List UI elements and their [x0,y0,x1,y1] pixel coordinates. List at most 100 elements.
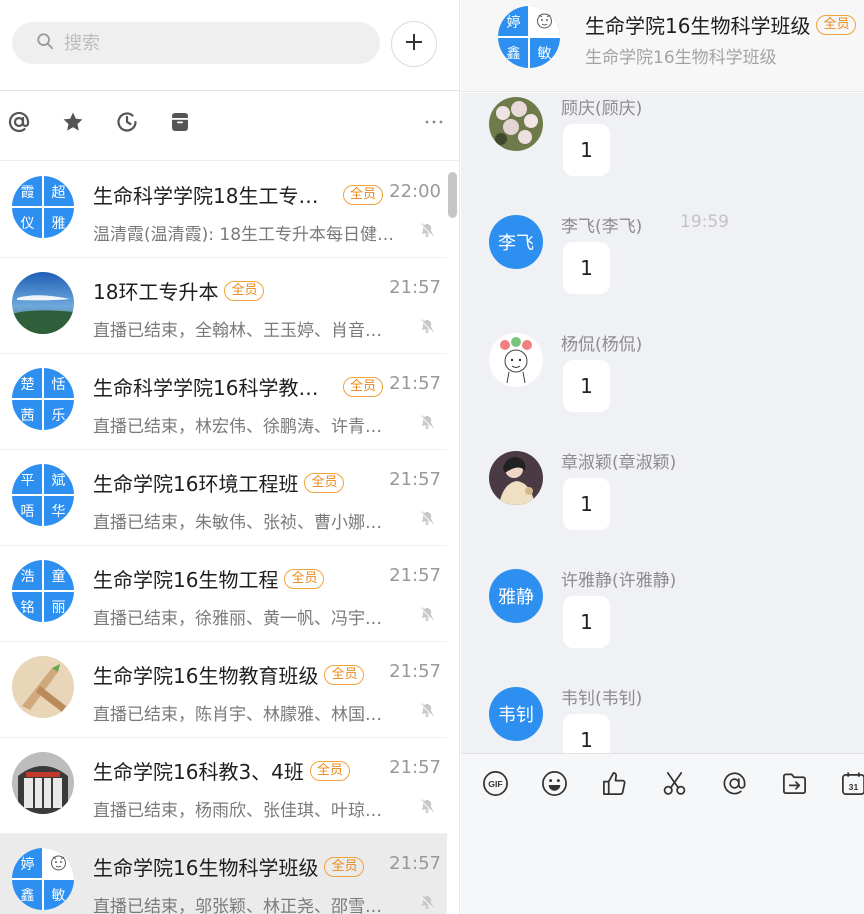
avatar-char: 楚 [20,376,35,393]
doodle-icon [43,848,74,879]
message-bubble[interactable]: 1 [563,124,610,176]
message-text: 1 [580,492,593,516]
conversation-pane: 霞超仪雅生命科学学院18生工专升本每日健康打卡群全员22:00温清霞(温清霞):… [0,0,460,914]
all-members-badge: 全员 [342,376,383,397]
clock-icon[interactable] [114,109,140,135]
scrollbar[interactable] [448,172,457,218]
conversation-preview: 直播已结束，徐雅丽、黄一帆、冯宇、赵六 [93,609,398,629]
conversation-item[interactable]: 浩童铭丽生命学院16生物工程 全员 21:57 直播已结束，徐雅丽、黄一帆、冯宇、赵六 [0,546,447,642]
conversation-avatar: 平斌唔华 [12,464,74,526]
conversation-item[interactable]: 18环工专升本 全员 21:57 直播已结束，全翰林、王玉婷、肖音、李明 [0,258,447,354]
conversation-title: 生命学院16环境工程班 全员 [93,468,345,497]
mute-bell-icon[interactable] [419,702,435,718]
message-bubble[interactable]: 1 [563,478,610,530]
message-bubble[interactable]: 1 [563,596,610,648]
message-item: 李飞 李飞(李飞) 19:59 1 [461,212,864,322]
sender-avatar[interactable] [489,97,543,151]
conversation-preview: 直播已结束，杨雨欣、张佳琪、叶琼、周八 [93,801,398,821]
gif-icon[interactable]: GIF [481,768,509,798]
at-icon[interactable] [720,768,748,798]
search-row [0,0,460,90]
conversation-item[interactable]: 婷鑫敏生命学院16生物科学班级 全员 21:57 直播已结束，邬张颖、林正尧、邵雪、吴… [0,834,447,914]
message-item: 杨侃(杨侃) 1 [461,330,864,440]
message-bubble[interactable]: 1 [563,714,610,753]
input-toolbar: GIF 31 [461,753,864,914]
conversation-avatar: 楚恬茜乐 [12,368,74,430]
at-icon[interactable] [6,109,32,135]
conversation-title: 18环工专升本 全员 [93,276,265,305]
mute-bell-icon[interactable] [419,894,435,910]
search-input[interactable] [64,32,344,54]
conversation-item[interactable]: 楚恬茜乐生命科学学院16科学教育班级群全员21:57直播已结束，林宏伟、徐鹏涛、… [0,354,447,450]
sender-avatar[interactable]: 雅静 [489,569,543,623]
conversation-name: 生命学院16生物工程 [93,568,279,592]
mute-bell-icon[interactable] [419,606,435,622]
conversation-time: 21:57 [389,469,441,490]
conversation-preview: 直播已结束，全翰林、王玉婷、肖音、李明 [93,321,398,341]
all-members-badge: 全员 [324,856,365,877]
star-icon[interactable] [60,109,86,135]
sender-avatar[interactable] [489,451,543,505]
avatar-char: 斌 [51,472,66,489]
avatar-char: 敏 [537,45,552,62]
avatar-char: 平 [20,472,35,489]
message-time: 19:59 [680,212,729,232]
avatar-char: 乐 [51,407,66,424]
avatar-char: 仪 [20,215,35,232]
avatar-char: 铭 [20,599,35,616]
conversation-list[interactable]: 霞超仪雅生命科学学院18生工专升本每日健康打卡群全员22:00温清霞(温清霞):… [0,162,447,914]
conversation-title: 生命学院16生物工程 全员 [93,564,325,593]
conversation-title: 生命学院16生物教育班级 全员 [93,660,365,689]
folder-share-icon[interactable] [780,768,808,798]
message-bubble[interactable]: 1 [563,360,610,412]
emoji-icon[interactable] [540,768,568,798]
conversation-item[interactable]: 霞超仪雅生命科学学院18生工专升本每日健康打卡群全员22:00温清霞(温清霞):… [0,162,447,258]
app-window: 霞超仪雅生命科学学院18生工专升本每日健康打卡群全员22:00温清霞(温清霞):… [0,0,864,914]
sender-avatar[interactable]: 李飞 [489,215,543,269]
thumbs-up-icon[interactable] [600,768,628,798]
conversation-avatar [12,656,74,718]
mute-bell-icon[interactable] [419,318,435,334]
avatar-char: 华 [51,503,66,520]
conversation-item[interactable]: 平斌唔华生命学院16环境工程班 全员 21:57 直播已结束，朱敏伟、张祯、曹小娜、王… [0,450,447,546]
conversation-title: 生命学院16生物科学班级 全员 [93,852,365,881]
scissors-icon[interactable] [660,768,688,798]
conversation-item[interactable]: 生命学院16科教3、4班 全员 21:57 直播已结束，杨雨欣、张佳琪、叶琼、周八 [0,738,447,834]
sender-avatar[interactable]: 韦钊 [489,687,543,741]
message-list[interactable]: 顾庆(顾庆) 1 李飞 李飞(李飞) 19:59 1 杨侃(杨侃) 1 章淑颖(章淑颖) 1 雅静 许… [461,93,864,753]
conversation-name: 生命学院16生物科学班级 [93,856,319,880]
conversation-name: 生命科学学院16科学教育班级群 [93,376,337,400]
conversation-avatar [12,752,74,814]
sender-avatar[interactable] [489,333,543,387]
search-box[interactable] [12,22,380,64]
chat-avatar[interactable]: 婷鑫敏 [498,6,560,68]
conversation-preview: 直播已结束，林宏伟、徐鹏涛、许青、张三 [93,417,398,437]
conversation-time: 21:57 [389,661,441,682]
conversation-title: 生命科学学院16科学教育班级群全员 [93,372,383,401]
avatar-text: 雅静 [498,587,534,608]
mute-bell-icon[interactable] [419,510,435,526]
avatar-char: 霞 [20,184,35,201]
all-members-badge: 全员 [324,664,365,685]
conversation-title: 生命科学学院18生工专升本每日健康打卡群全员 [93,180,383,209]
conversation-time: 21:57 [389,853,441,874]
message-text: 1 [580,256,593,280]
chat-name: 生命学院16生物科学班级 [585,14,811,38]
calendar-icon[interactable]: 31 [839,768,864,798]
avatar-char: 敏 [51,887,66,904]
message-bubble[interactable]: 1 [563,242,610,294]
all-members-badge: 全员 [304,472,345,493]
conversation-name: 生命学院16环境工程班 [93,472,299,496]
more-icon[interactable] [421,109,447,135]
avatar-char: 婷 [20,856,35,873]
all-members-badge: 全员 [309,760,350,781]
message-text: 1 [580,728,593,752]
mute-bell-icon[interactable] [419,414,435,430]
mute-bell-icon[interactable] [419,222,435,238]
sender-name: 许雅静(许雅静) [561,571,677,591]
archive-icon[interactable] [167,109,193,135]
mute-bell-icon[interactable] [419,798,435,814]
add-button[interactable] [391,21,437,67]
conversation-avatar: 浩童铭丽 [12,560,74,622]
conversation-item[interactable]: 生命学院16生物教育班级 全员 21:57 直播已结束，陈肖宇、林朦雅、林国、孙七 [0,642,447,738]
